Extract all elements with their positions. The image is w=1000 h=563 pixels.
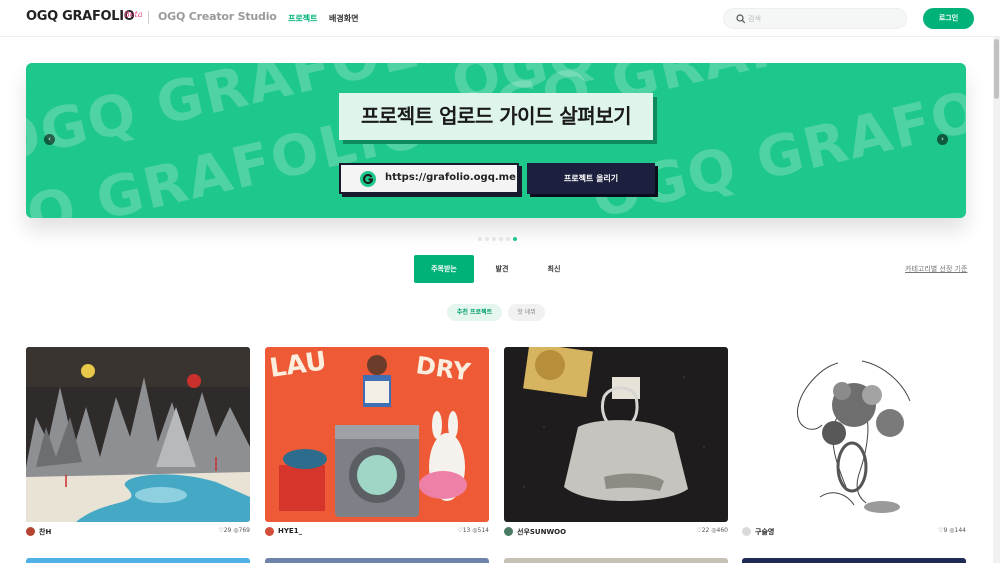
avatar[interactable] <box>26 527 35 536</box>
view-count: 769 <box>238 527 250 534</box>
view-count: 144 <box>954 527 966 534</box>
project-thumbnail[interactable] <box>26 347 250 522</box>
author-name[interactable]: HYE1_ <box>278 527 302 535</box>
banner-url-button[interactable]: https://grafolio.ogq.me <box>339 163 519 194</box>
upload-project-button[interactable]: 프로젝트 올리기 <box>527 163 655 194</box>
card-stats: ♡22 ◎460 <box>696 527 728 534</box>
search-input[interactable] <box>748 12 898 26</box>
card-meta: 구슬영 ♡9 ◎144 <box>742 526 966 538</box>
header-divider <box>148 11 149 24</box>
banner-title-box[interactable]: 프로젝트 업로드 가이드 살펴보기 <box>339 93 653 140</box>
project-thumbnail[interactable] <box>742 347 966 522</box>
like-count: 9 <box>943 527 948 534</box>
card-meta: 찬H ♡29 ◎769 <box>26 526 250 538</box>
project-thumbnail-peek[interactable] <box>504 558 728 563</box>
grafolio-g-icon <box>360 171 376 187</box>
tab-featured[interactable]: 주목받는 <box>414 255 474 283</box>
creator-studio-link[interactable]: OGQ Creator Studio <box>158 10 277 23</box>
project-thumbnail[interactable] <box>504 347 728 522</box>
avatar[interactable] <box>265 527 274 536</box>
project-thumbnail-peek[interactable] <box>742 558 966 563</box>
banner-prev-arrow-icon[interactable]: ‹ <box>44 134 55 145</box>
pagination-dot[interactable] <box>492 237 496 241</box>
view-count: 460 <box>716 527 728 534</box>
card-meta: 선우SUNWOO ♡22 ◎460 <box>504 526 728 538</box>
chip-hot-debut[interactable]: 핫 데뷔 <box>508 304 545 321</box>
tab-discover[interactable]: 발견 <box>484 255 520 283</box>
avatar[interactable] <box>742 527 751 536</box>
banner-title: 프로젝트 업로드 가이드 살펴보기 <box>361 104 632 128</box>
scrollbar[interactable] <box>993 37 1000 563</box>
beta-badge: Beta <box>124 10 143 19</box>
search-icon <box>736 14 746 24</box>
card-stats: ♡9 ◎144 <box>938 527 966 534</box>
banner-next-arrow-icon[interactable]: › <box>937 134 948 145</box>
view-count: 514 <box>477 527 489 534</box>
tab-latest[interactable]: 최신 <box>536 255 572 283</box>
banner-url-text: https://grafolio.ogq.me <box>385 172 516 183</box>
banner-pagination <box>478 226 520 241</box>
nav-project[interactable]: 프로젝트 <box>288 13 317 24</box>
login-button[interactable]: 로그인 <box>923 8 974 29</box>
project-thumbnail[interactable]: LAU DRY <box>265 347 489 522</box>
chip-recommended[interactable]: 추천 프로젝트 <box>447 304 502 321</box>
card-meta: HYE1_ ♡13 ◎514 <box>265 526 489 538</box>
top-header: OGQ GRAFOLIO Beta OGQ Creator Studio 프로젝… <box>0 0 1000 37</box>
project-thumbnail-peek[interactable] <box>265 558 489 563</box>
card-stats: ♡13 ◎514 <box>457 527 489 534</box>
pagination-dot[interactable] <box>499 237 503 241</box>
hero-banner[interactable]: OGQ GRAFOLIO OGQ GRAFOLIO OGQ GRAFOLIO O… <box>26 63 966 218</box>
nav-wallpaper[interactable]: 배경화면 <box>329 13 358 24</box>
avatar[interactable] <box>504 527 513 536</box>
author-name[interactable]: 구슬영 <box>755 527 774 537</box>
pagination-dot[interactable] <box>478 237 482 241</box>
like-count: 29 <box>223 527 232 534</box>
like-count: 13 <box>462 527 471 534</box>
card-stats: ♡29 ◎769 <box>218 527 250 534</box>
pagination-dot-active[interactable] <box>513 237 517 241</box>
like-count: 22 <box>701 527 710 534</box>
author-name[interactable]: 선우SUNWOO <box>517 527 566 537</box>
project-thumbnail-peek[interactable] <box>26 558 250 563</box>
pagination-dot[interactable] <box>485 237 489 241</box>
scrollbar-thumb[interactable] <box>994 39 999 99</box>
grafolio-logo[interactable]: OGQ GRAFOLIO <box>26 9 135 24</box>
author-name[interactable]: 찬H <box>39 527 51 537</box>
pagination-dot[interactable] <box>506 237 510 241</box>
search-box[interactable] <box>723 8 907 29</box>
category-criteria-link[interactable]: 카테고리별 선정 기준 <box>905 264 967 274</box>
